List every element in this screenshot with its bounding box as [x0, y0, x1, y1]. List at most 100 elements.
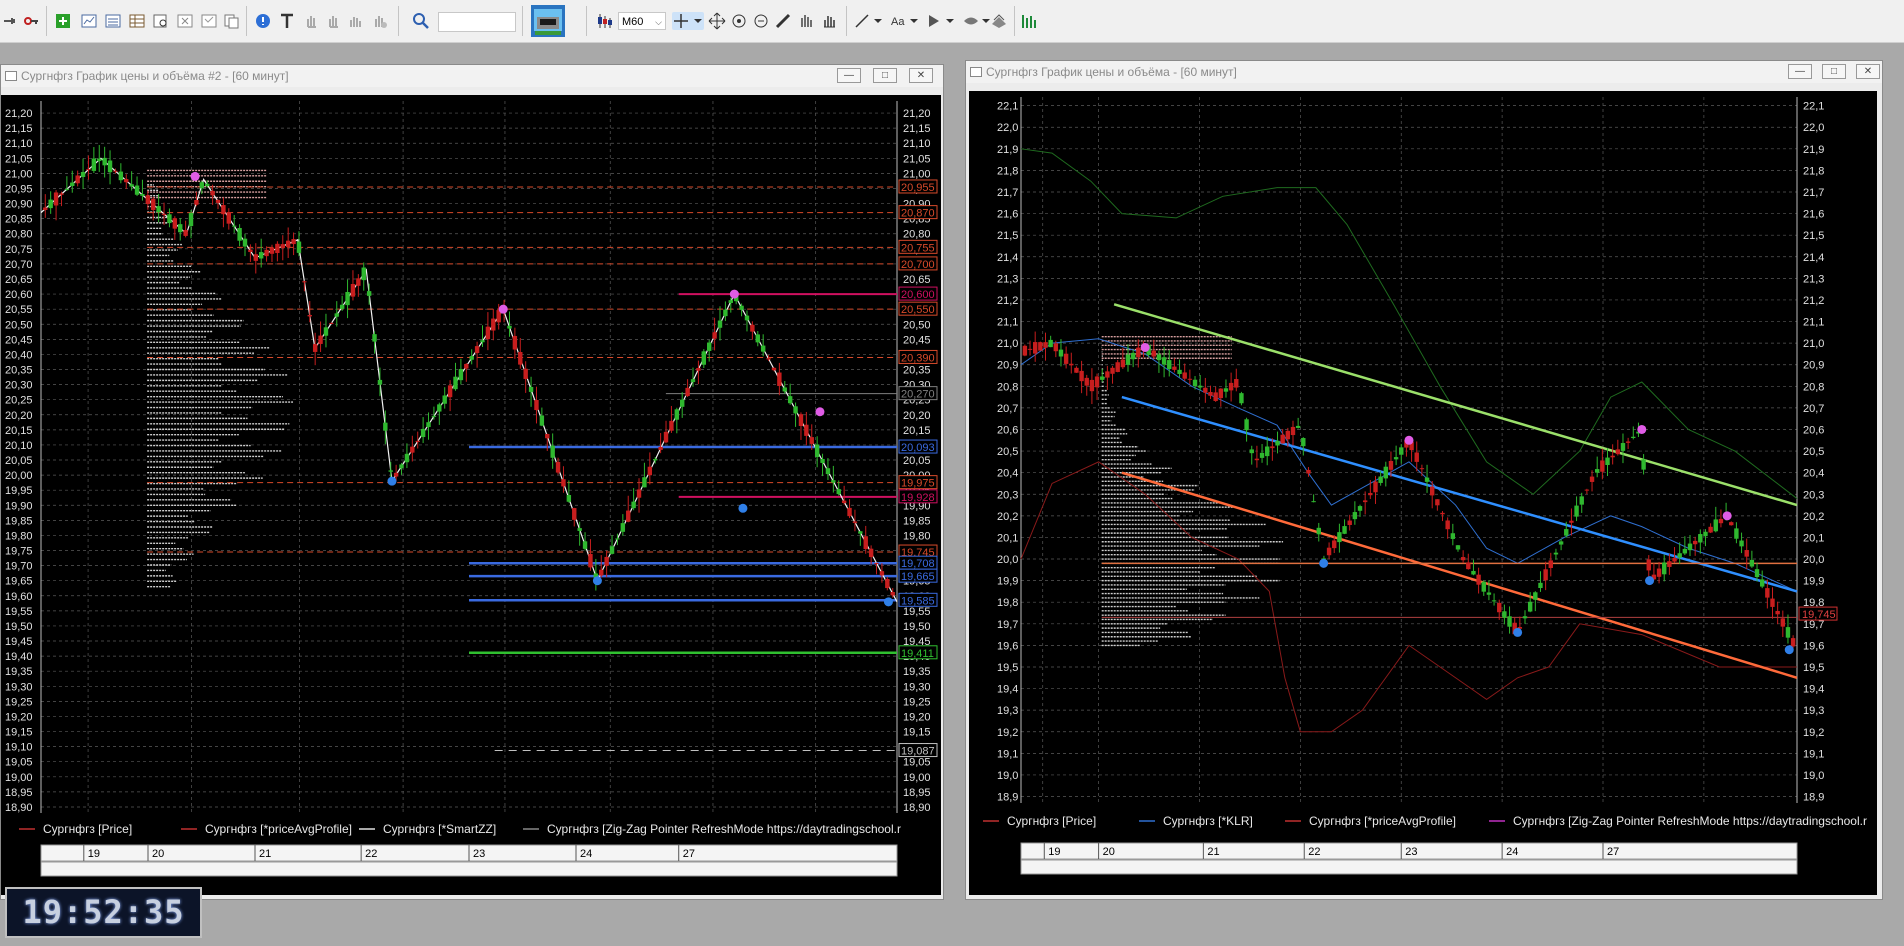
info-icon[interactable]: [254, 12, 272, 30]
candle-body: [1177, 369, 1182, 374]
quote-window-icon[interactable]: [104, 12, 122, 30]
candle-body: [858, 531, 863, 534]
y-tick-label-left: 21,5: [997, 230, 1018, 242]
price-chart-1[interactable]: 22,1 22,1 22,0 22,0 21,9 21,9 21,8 21,8 21,7 21,7…: [969, 91, 1877, 895]
pan-icon[interactable]: [820, 12, 838, 30]
eye-icon[interactable]: [962, 12, 992, 30]
price-level-label: 19,665: [901, 571, 935, 583]
search-icon[interactable]: [412, 12, 430, 30]
chart-window-1[interactable]: Сургнфгз График цены и объёма - [60 мину…: [965, 60, 1883, 900]
edit-icon[interactable]: [796, 12, 814, 30]
y-tick-label-left: 19,20: [5, 711, 33, 723]
add-chart-icon[interactable]: [54, 12, 72, 30]
indicator-icon[interactable]: [1020, 12, 1038, 30]
y-tick-label-right: 19,3: [1803, 705, 1824, 717]
maximize-button[interactable]: □: [873, 68, 897, 83]
hand2-icon[interactable]: [324, 12, 342, 30]
copy-icon[interactable]: [222, 12, 240, 30]
main-toolbar: M60 ⌵ Aa: [0, 0, 1904, 43]
arrow-tool-icon[interactable]: [926, 12, 956, 30]
chart-window-icon[interactable]: [80, 12, 98, 30]
text-icon[interactable]: [278, 12, 296, 30]
hand-icon[interactable]: [302, 12, 320, 30]
candle-body: [1053, 343, 1059, 352]
candle-body: [1306, 469, 1311, 474]
y-tick-label-left: 19,50: [5, 621, 33, 633]
move-icon[interactable]: [708, 12, 726, 30]
candle-body: [1677, 553, 1682, 558]
candle-body: [1692, 540, 1698, 545]
hand3-icon[interactable]: [346, 12, 364, 30]
y-tick-label-right: 19,1: [1803, 748, 1824, 760]
candle-body: [744, 315, 750, 321]
y-tick-label-left: 20,75: [5, 244, 33, 256]
table-icon[interactable]: [128, 12, 146, 30]
window-title-bar[interactable]: Сургнфгз График цены и объёма #2 - [60 м…: [1, 65, 943, 87]
candle-body: [275, 243, 280, 254]
hand4-icon[interactable]: [370, 12, 388, 30]
legend-entry: Сургнфгз [*KLR]: [1163, 814, 1253, 828]
close-button[interactable]: ✕: [909, 68, 933, 83]
settings-icon[interactable]: [176, 12, 194, 30]
y-tick-label-left: 21,00: [5, 168, 33, 180]
crosshair-icon[interactable]: [672, 12, 704, 30]
minimize-button[interactable]: —: [837, 68, 861, 83]
y-tick-label-right: 20,9: [1803, 360, 1824, 372]
candle-body: [863, 536, 868, 550]
candle-body: [1347, 520, 1352, 525]
close-doc-icon[interactable]: [200, 12, 218, 30]
layers-icon[interactable]: [990, 12, 1008, 30]
price-chart-2[interactable]: 21,20 21,20 21,15 21,15 21,10 21,10 21,05 21,05…: [1, 95, 941, 895]
candle-body: [572, 508, 577, 520]
connect-icon[interactable]: [2, 12, 20, 30]
minimize-button[interactable]: —: [1788, 64, 1812, 79]
candle-body: [868, 548, 874, 558]
y-tick-label-right: 18,90: [903, 802, 931, 814]
terminal-app-icon[interactable]: [531, 5, 565, 37]
chart-window-2[interactable]: Сургнфгз График цены и объёма #2 - [60 м…: [0, 64, 944, 900]
candles-icon[interactable]: [596, 12, 614, 30]
candle-body: [1589, 476, 1595, 482]
y-tick-label-left: 21,15: [5, 123, 33, 135]
chart-window-icon: [5, 71, 17, 81]
y-tick-label-left: 20,2: [997, 511, 1018, 523]
candle-body: [124, 179, 129, 183]
zoom-in-icon[interactable]: [730, 12, 748, 30]
candle-body: [820, 458, 825, 463]
candle-body: [1749, 559, 1755, 567]
timeframe-select[interactable]: M60 ⌵: [618, 12, 666, 30]
window-title-bar[interactable]: Сургнфгз График цены и объёма - [60 мину…: [966, 61, 1882, 83]
find-icon[interactable]: [152, 12, 170, 30]
key-icon[interactable]: [22, 12, 40, 30]
candle-body: [1780, 618, 1786, 627]
candle-body: [431, 415, 437, 417]
zoom-out-icon[interactable]: [752, 12, 770, 30]
legend-entry: Сургнфгз [Zig-Zag Pointer RefreshMode ht…: [1513, 814, 1867, 828]
maximize-button[interactable]: □: [1822, 64, 1846, 79]
candle-body: [102, 157, 107, 166]
candle-body: [318, 335, 323, 344]
last-price-label: 19,745: [1802, 609, 1836, 621]
search-input[interactable]: [438, 12, 516, 32]
y-tick-label-left: 20,10: [5, 440, 33, 452]
candle-body: [561, 479, 566, 487]
zigzag-top-marker: [729, 289, 739, 299]
y-tick-label-left: 20,4: [997, 468, 1018, 480]
candle-body: [1641, 459, 1646, 470]
text-tool-icon[interactable]: Aa: [890, 12, 920, 30]
line-icon[interactable]: [854, 12, 884, 30]
y-tick-label-left: 19,25: [5, 696, 33, 708]
candle-body: [1476, 574, 1481, 585]
y-tick-label-left: 20,20: [5, 410, 33, 422]
candle-body: [766, 358, 771, 360]
close-button[interactable]: ✕: [1856, 64, 1880, 79]
x-tick-label: 23: [473, 848, 485, 860]
window-title: Сургнфгз График цены и объёма #2 - [60 м…: [21, 69, 289, 83]
candle-body: [1228, 382, 1234, 391]
y-tick-label-left: 18,9: [997, 792, 1018, 804]
candle-body: [64, 189, 70, 191]
price-level-label: 20,700: [901, 259, 935, 271]
y-tick-label-right: 20,5: [1803, 446, 1824, 458]
zigzag-top-marker: [190, 171, 200, 181]
ruler-icon[interactable]: [774, 12, 792, 30]
